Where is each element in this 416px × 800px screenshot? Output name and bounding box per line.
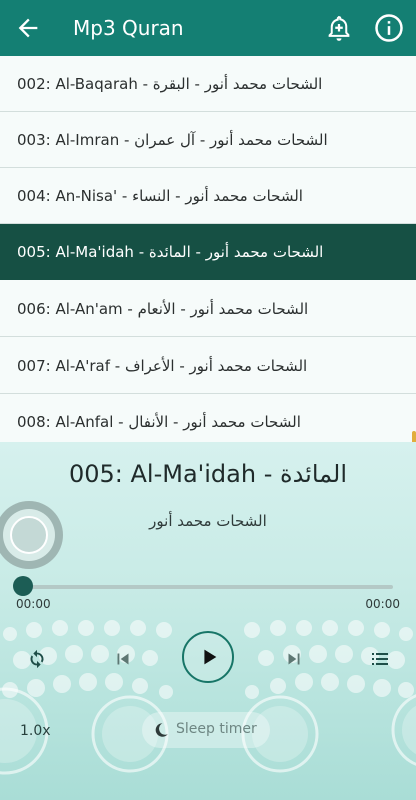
player-panel: 005: Al-Ma'idah - المائدة الشحات محمد أن… — [0, 442, 416, 800]
quran-medallion-icon — [391, 694, 416, 766]
track-list[interactable]: 002: Al-Baqarah - الشحات محمد أنور - الب… — [0, 56, 416, 442]
playback-speed-button[interactable]: 1.0x — [20, 723, 51, 739]
bell-plus-icon[interactable] — [324, 14, 354, 44]
repeat-icon[interactable] — [26, 648, 48, 670]
disc-icon — [0, 501, 63, 569]
track-row[interactable]: 008: Al-Anfal - الشحات محمد أنور - الأنف… — [0, 394, 416, 442]
skip-next-icon[interactable] — [283, 648, 305, 670]
skip-previous-icon[interactable] — [112, 648, 134, 670]
now-playing-title: 005: Al-Ma'idah - المائدة — [68, 460, 348, 488]
track-label: 006: Al-An'am - الشحات محمد أنور - الأنع… — [17, 300, 309, 318]
scrollbar-thumb[interactable] — [412, 431, 416, 442]
total-duration: 00:00 — [365, 597, 400, 611]
info-icon[interactable] — [374, 13, 404, 43]
track-label: 007: Al-A'raf - الشحات محمد أنور - الأعر… — [17, 357, 308, 375]
app-bar: Mp3 Quran — [0, 0, 416, 56]
app-title: Mp3 Quran — [73, 16, 184, 40]
playlist-icon[interactable] — [368, 647, 392, 671]
track-label: 002: Al-Baqarah - الشحات محمد أنور - الب… — [17, 75, 323, 93]
sleep-timer-label: Sleep timer — [176, 721, 257, 737]
elapsed-time: 00:00 — [16, 597, 51, 611]
moon-icon — [155, 723, 168, 737]
track-row[interactable]: 006: Al-An'am - الشحات محمد أنور - الأنع… — [0, 281, 416, 337]
seek-bar[interactable] — [23, 585, 393, 589]
track-row[interactable]: 002: Al-Baqarah - الشحات محمد أنور - الب… — [0, 56, 416, 112]
track-label: 005: Al-Ma'idah - الشحات محمد أنور - الم… — [17, 243, 324, 261]
track-row-selected[interactable]: 005: Al-Ma'idah - الشحات محمد أنور - الم… — [0, 224, 416, 280]
track-row[interactable]: 007: Al-A'raf - الشحات محمد أنور - الأعر… — [0, 338, 416, 394]
track-row[interactable]: 003: Al-Imran - الشحات محمد أنور - آل عم… — [0, 112, 416, 168]
arrow-left-icon[interactable] — [14, 14, 42, 42]
seek-thumb[interactable] — [13, 576, 33, 596]
app-root: Mp3 Quran 002: Al-Baqarah - الشحات محمد … — [0, 0, 416, 800]
play-button[interactable] — [182, 631, 234, 683]
track-row[interactable]: 004: An-Nisa' - الشحات محمد أنور - النسا… — [0, 168, 416, 224]
track-label: 004: An-Nisa' - الشحات محمد أنور - النسا… — [17, 187, 303, 205]
play-icon — [204, 649, 217, 665]
sleep-timer-button[interactable]: Sleep timer — [142, 712, 270, 748]
track-label: 008: Al-Anfal - الشحات محمد أنور - الأنف… — [17, 413, 301, 431]
track-label: 003: Al-Imran - الشحات محمد أنور - آل عم… — [17, 131, 328, 149]
